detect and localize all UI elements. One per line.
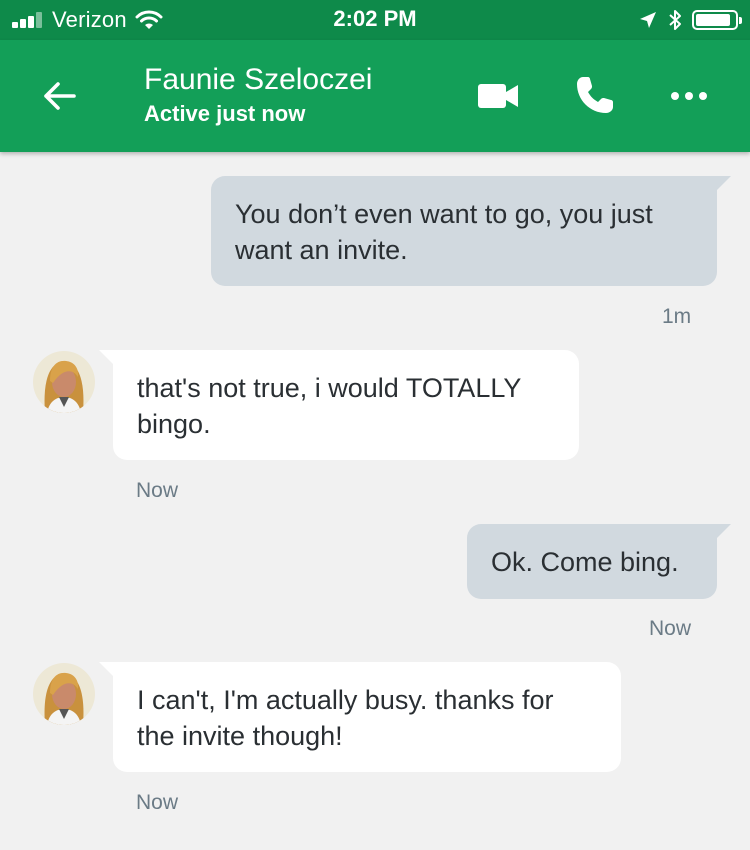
message-text: Ok. Come bing. [491,547,679,577]
bubble-tail [99,350,113,364]
video-camera-icon[interactable] [478,82,520,110]
incoming-message[interactable]: I can't, I'm actually busy. thanks for t… [113,662,621,772]
message-time: Now [136,479,179,502]
back-arrow-icon[interactable] [40,76,80,116]
message-time: Now [136,791,179,814]
status-bar: Verizon 2:02 PM [0,0,750,40]
outgoing-message[interactable]: You don’t even want to go, you just want… [211,176,717,286]
contact-status: Active just now [144,101,306,126]
location-arrow-icon [640,12,656,28]
message-text: I can't, I'm actually busy. thanks for t… [137,685,554,751]
status-right [628,7,742,33]
phone-icon[interactable] [574,74,616,116]
battery-icon [692,10,742,30]
bubble-tail [717,176,731,190]
status-left: Verizon [12,6,163,34]
contact-name: Faunie Szeloczei [144,63,373,96]
contact-avatar[interactable] [33,663,95,725]
avatar-photo [33,351,95,413]
message-time: Now [649,617,692,640]
bluetooth-icon [669,10,681,30]
bubble-tail [99,662,113,676]
more-icon[interactable] [670,86,708,106]
contact-title-block[interactable]: Faunie Szeloczei Active just now [144,62,372,128]
avatar-photo [33,663,95,725]
incoming-message[interactable]: that's not true, i would TOTALLY bingo. [113,350,579,460]
carrier-name: Verizon [52,7,127,32]
wifi-icon [135,10,163,29]
contact-avatar[interactable] [33,351,95,413]
message-time: 1m [662,305,692,328]
outgoing-message[interactable]: Ok. Come bing. [467,524,717,599]
chat-header: Faunie Szeloczei Active just now [0,40,750,152]
signal-strength-icon [12,12,44,28]
bubble-tail [717,524,731,538]
message-text: that's not true, i would TOTALLY bingo. [137,373,521,439]
message-text: You don’t even want to go, you just want… [235,199,653,265]
